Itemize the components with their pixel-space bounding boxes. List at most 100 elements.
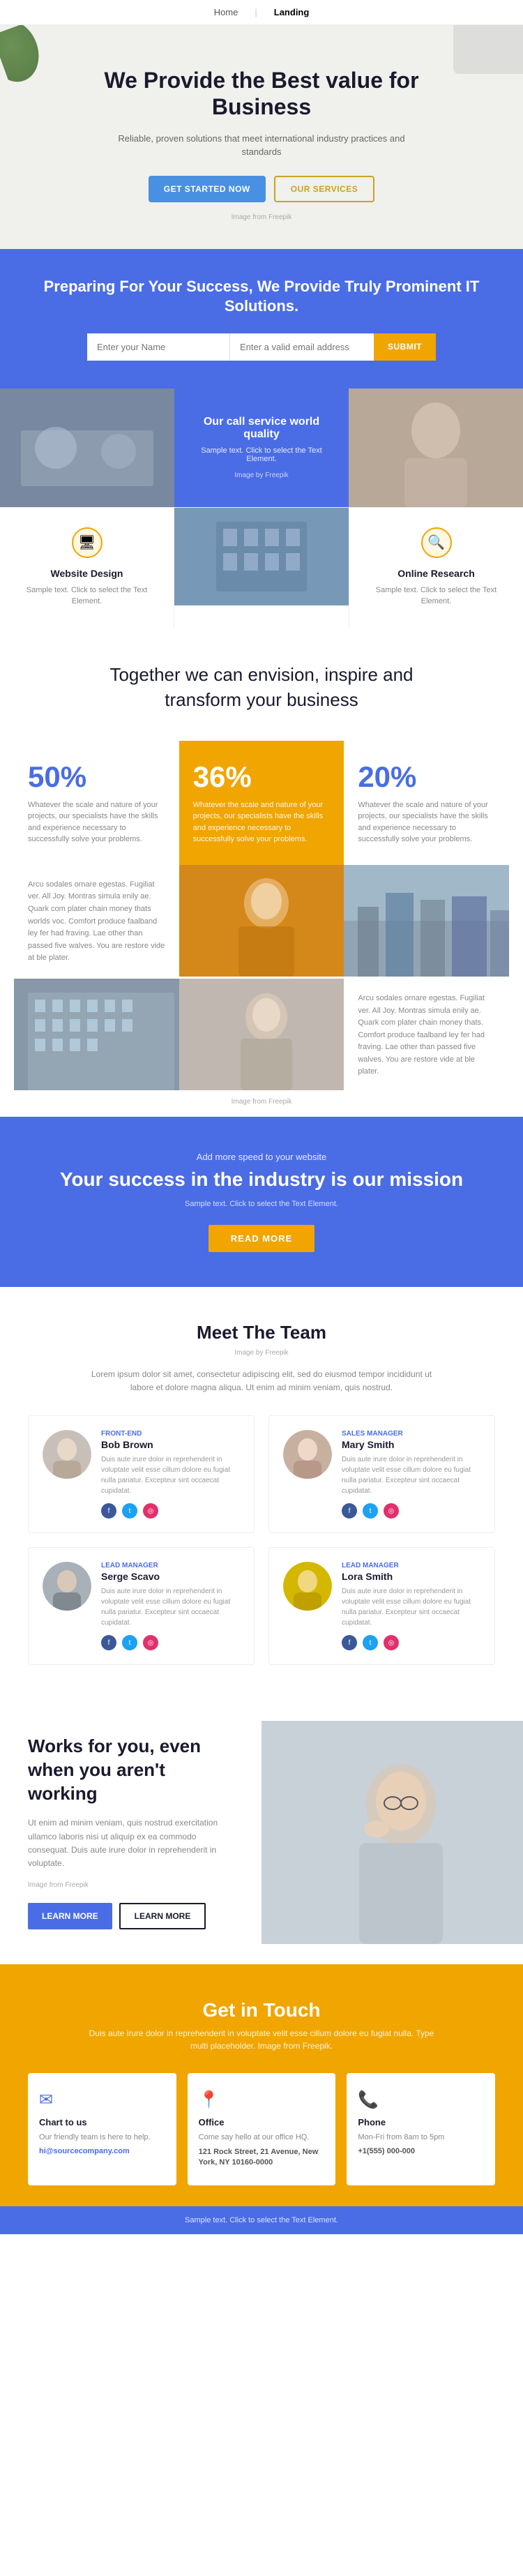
contact-card-chat: ✉ Chart to us Our friendly team is here … xyxy=(28,2073,176,2185)
serge-name: Serge Scavo xyxy=(101,1571,240,1582)
service-card-research: 🔍 Online Research Sample text. Click to … xyxy=(349,508,523,627)
business-image-svg xyxy=(0,389,174,507)
stats-section: 50% Whatever the scale and nature of you… xyxy=(14,741,509,865)
bob-fb-icon[interactable]: f xyxy=(101,1503,116,1519)
stat-36-description: Whatever the scale and nature of your pr… xyxy=(193,799,331,845)
mission-sample: Sample text. Click to select the Text El… xyxy=(42,1200,481,1208)
footer-text: Sample text. Click to select the Text El… xyxy=(10,2216,513,2224)
team-info-lora: LEAD MANAGER Lora Smith Duis aute irure … xyxy=(342,1562,480,1650)
navbar: Home | Landing xyxy=(0,0,523,25)
mary-name: Mary Smith xyxy=(342,1439,480,1450)
nav-separator: | xyxy=(255,7,257,17)
gallery-image-building2 xyxy=(14,979,179,1090)
transform-title: Together we can envision, inspire and tr… xyxy=(87,662,436,713)
team-description: Lorem ipsum dolor sit amet, consectetur … xyxy=(87,1368,436,1394)
website-description: Sample text. Click to select the Text El… xyxy=(14,585,160,608)
submit-button[interactable]: SUBMIT xyxy=(374,333,436,361)
lora-ig-icon[interactable]: ◎ xyxy=(384,1635,399,1650)
bob-tw-icon[interactable]: t xyxy=(122,1503,137,1519)
name-input[interactable] xyxy=(87,333,230,361)
chat-title: Chart to us xyxy=(39,2117,165,2127)
gallery-image-man xyxy=(179,979,344,1090)
mary-bio: Duis aute irure dolor in reprehenderit i… xyxy=(342,1454,480,1496)
hero-credit: Image from Freepik xyxy=(56,213,467,221)
chat-icon: ✉ xyxy=(39,2090,165,2110)
hero-title: We Provide the Best value for Business xyxy=(56,67,467,121)
team-card-serge: LEAD MANAGER Serge Scavo Duis aute irure… xyxy=(28,1547,255,1665)
lora-social: f t ◎ xyxy=(342,1635,480,1650)
team-info-bob: FRONT-END Bob Brown Duis aute irure dolo… xyxy=(101,1430,240,1519)
service-image-right xyxy=(349,389,523,507)
bob-ig-icon[interactable]: ◎ xyxy=(143,1503,158,1519)
mary-fb-icon[interactable]: f xyxy=(342,1503,357,1519)
footer: Sample text. Click to select the Text El… xyxy=(0,2206,523,2234)
lora-fb-icon[interactable]: f xyxy=(342,1635,357,1650)
serge-role: LEAD MANAGER xyxy=(101,1562,240,1569)
bob-social: f t ◎ xyxy=(101,1503,240,1519)
thinking-man-svg xyxy=(262,1721,523,1944)
learn-more-button-2[interactable]: LEARN MORE xyxy=(119,1903,206,1929)
website-title: Website Design xyxy=(14,568,160,579)
nav-landing[interactable]: Landing xyxy=(274,7,310,17)
service-image-left xyxy=(0,389,174,507)
office-detail: 121 Rock Street, 21 Avenue, New York, NY… xyxy=(199,2147,325,2169)
mary-ig-icon[interactable]: ◎ xyxy=(384,1503,399,1519)
team-section: Meet The Team Image by Freepik Lorem ips… xyxy=(0,1287,523,1700)
contact-card-phone: 📞 Phone Mon-Fri from 8am to 5pm +1(555) … xyxy=(347,2073,495,2185)
works-buttons: LEARN MORE LEARN MORE xyxy=(28,1903,234,1929)
serge-tw-icon[interactable]: t xyxy=(122,1635,137,1650)
hero-description: Reliable, proven solutions that meet int… xyxy=(115,132,408,159)
contact-title: Get in Touch xyxy=(28,1999,495,2021)
mission-pre-title: Add more speed to your website xyxy=(42,1152,481,1162)
chat-detail: hi@sourcecompany.com xyxy=(39,2147,165,2155)
works-text: Works for you, even when you aren't work… xyxy=(0,1700,262,1964)
phone-title: Phone xyxy=(358,2117,484,2127)
nav-home[interactable]: Home xyxy=(214,7,238,17)
research-description: Sample text. Click to select the Text El… xyxy=(363,585,509,608)
lora-tw-icon[interactable]: t xyxy=(363,1635,378,1650)
device-decoration-right xyxy=(453,25,523,74)
leaf-decoration-left xyxy=(0,25,57,88)
gallery-image-woman xyxy=(179,865,344,977)
service-cards: 🖥 Website Design Sample text. Click to s… xyxy=(0,507,523,627)
get-started-button[interactable]: GET STARTED NOW xyxy=(149,176,266,202)
research-title: Online Research xyxy=(363,568,509,579)
banner-title: Preparing For Your Success, We Provide T… xyxy=(42,277,481,317)
learn-more-button-1[interactable]: LEARN MORE xyxy=(28,1903,112,1929)
team-info-serge: LEAD MANAGER Serge Scavo Duis aute irure… xyxy=(101,1562,240,1650)
service-card-image-middle xyxy=(174,508,349,605)
bob-role: FRONT-END xyxy=(101,1430,240,1438)
avatar-mary xyxy=(283,1430,332,1479)
serge-social: f t ◎ xyxy=(101,1635,240,1650)
bob-name: Bob Brown xyxy=(101,1439,240,1450)
service-center-card: Our call service world quality Sample te… xyxy=(174,389,349,507)
avatar-bob xyxy=(43,1430,91,1479)
email-input[interactable] xyxy=(230,333,374,361)
mary-tw-icon[interactable]: t xyxy=(363,1503,378,1519)
office-title: Office xyxy=(199,2117,325,2127)
service-center-credit: Image by Freepik xyxy=(234,472,288,479)
team-title: Meet The Team xyxy=(28,1322,495,1343)
office-desc: Come say hello at our office HQ. xyxy=(199,2132,325,2144)
serge-ig-icon[interactable]: ◎ xyxy=(143,1635,158,1650)
stat-20-number: 20% xyxy=(358,760,495,794)
stat-50-number: 50% xyxy=(28,760,165,794)
avatar-lora xyxy=(283,1562,332,1611)
service-card-website: 🖥 Website Design Sample text. Click to s… xyxy=(0,508,174,627)
read-more-button[interactable]: READ MORE xyxy=(209,1225,314,1252)
stat-50-description: Whatever the scale and nature of your pr… xyxy=(28,799,165,845)
contact-section: Get in Touch Duis aute irure dolor in re… xyxy=(0,1964,523,2206)
stat-36-number: 36% xyxy=(193,760,331,794)
serge-bio: Duis aute irure dolor in reprehenderit i… xyxy=(101,1586,240,1628)
works-credit: Image from Freepik xyxy=(28,1881,234,1889)
works-description: Ut enim ad minim veniam, quis nostrud ex… xyxy=(28,1816,234,1870)
service-center-title: Our call service world quality xyxy=(188,416,335,441)
gallery-row-1: Arcu sodales ornare egestas. Fugiliat ve… xyxy=(14,865,509,979)
lora-name: Lora Smith xyxy=(342,1571,480,1582)
stat-36: 36% Whatever the scale and nature of you… xyxy=(179,741,344,865)
our-services-button[interactable]: OUR SERVICES xyxy=(274,176,374,202)
chat-desc: Our friendly team is here to help. xyxy=(39,2132,165,2144)
team-info-mary: SALES MANAGER Mary Smith Duis aute irure… xyxy=(342,1430,480,1519)
serge-fb-icon[interactable]: f xyxy=(101,1635,116,1650)
contact-description: Duis aute irure dolor in reprehenderit i… xyxy=(87,2027,436,2052)
